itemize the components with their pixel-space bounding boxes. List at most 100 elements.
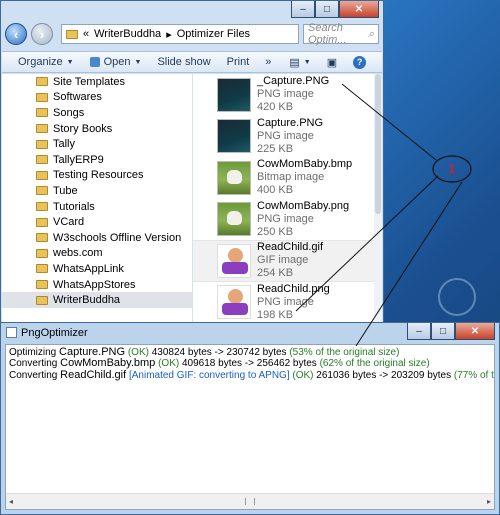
- log-percent: (53% of the original size): [289, 347, 400, 358]
- sidebar-item[interactable]: Tally: [2, 136, 192, 152]
- sidebar-item-label: TallyERP9: [53, 153, 104, 166]
- file-name: CowMomBaby.bmp: [257, 158, 353, 171]
- forward-button[interactable]: ›: [31, 23, 53, 45]
- address-bar[interactable]: « WriterBuddha ▸ Optimizer Files: [61, 24, 299, 44]
- open-button[interactable]: Open ▼: [89, 56, 142, 68]
- command-bar: Organize ▼ Open ▼ Slide show Print » ▤ ▼…: [2, 51, 382, 73]
- breadcrumb-separator: ▸: [166, 28, 172, 41]
- log-detail: 430824 bytes -> 230742 bytes: [151, 347, 287, 358]
- file-meta: Capture.PNG PNG image 225 KB: [257, 117, 323, 156]
- search-input[interactable]: Search Optim...: [308, 22, 368, 46]
- file-name: _Capture.PNG: [257, 75, 330, 88]
- sidebar-item-label: Songs: [53, 106, 85, 119]
- vertical-scrollbar[interactable]: [374, 74, 382, 323]
- folder-icon: [36, 92, 48, 102]
- file-item[interactable]: CowMomBaby.png PNG image 250 KB: [193, 199, 382, 241]
- minimize-button[interactable]: –: [407, 323, 431, 340]
- sidebar-item[interactable]: Softwares: [2, 90, 192, 106]
- print-button[interactable]: Print: [227, 56, 250, 68]
- file-size: 254 KB: [257, 267, 294, 280]
- scroll-right-arrow-icon[interactable]: ▸: [487, 496, 491, 507]
- back-button[interactable]: ‹: [5, 23, 27, 45]
- sidebar-item[interactable]: VCard: [2, 214, 192, 230]
- log-area[interactable]: Optimizing Capture.PNG (OK) 430824 bytes…: [5, 344, 495, 510]
- file-name: ReadChild.gif: [257, 241, 324, 254]
- file-type: Bitmap image: [257, 171, 325, 184]
- chevron-down-icon: ▼: [303, 58, 311, 66]
- sidebar-item[interactable]: TallyERP9: [2, 152, 192, 168]
- help-icon: ?: [353, 55, 367, 69]
- chevron-down-icon: ▼: [134, 58, 142, 66]
- search-box[interactable]: Search Optim... ⌕: [303, 22, 379, 46]
- sidebar-item-label: Site Templates: [53, 75, 125, 88]
- scroll-left-arrow-icon[interactable]: ◂: [9, 496, 13, 507]
- explorer-window: – □ ✕ ‹ › « WriterBuddha ▸ Optimizer Fil…: [0, 0, 384, 325]
- minimize-button[interactable]: –: [291, 1, 315, 18]
- log-detail: 261036 bytes -> 203209 bytes: [316, 369, 452, 381]
- sidebar-item-label: W3schools Offline Version: [53, 231, 182, 244]
- view-options-button[interactable]: ▤ ▼: [289, 56, 310, 69]
- sidebar-item[interactable]: Testing Resources: [2, 168, 192, 184]
- file-item[interactable]: CowMomBaby.bmp Bitmap image 400 KB: [193, 157, 382, 199]
- file-meta: ReadChild.gif GIF image 254 KB: [257, 241, 323, 280]
- folder-icon: [36, 233, 48, 243]
- organize-button[interactable]: Organize ▼: [18, 56, 74, 68]
- close-button[interactable]: ✕: [455, 323, 495, 340]
- file-thumbnail: [217, 77, 251, 112]
- close-button[interactable]: ✕: [339, 1, 379, 18]
- sidebar-item[interactable]: WhatsAppStores: [2, 277, 192, 293]
- file-item[interactable]: ReadChild.gif GIF image 254 KB: [193, 240, 382, 282]
- sidebar-item-label: WhatsAppStores: [53, 278, 136, 291]
- breadcrumb-item-writerbuddha[interactable]: WriterBuddha: [94, 28, 161, 40]
- folder-icon: [36, 139, 48, 149]
- scrollbar-thumb[interactable]: [375, 74, 381, 214]
- file-item[interactable]: _Capture.PNG PNG image 420 KB: [193, 74, 382, 116]
- maximize-button[interactable]: □: [431, 323, 455, 340]
- log-action: Converting: [9, 369, 58, 381]
- slideshow-button[interactable]: Slide show: [157, 56, 210, 68]
- sidebar-item[interactable]: Site Templates: [2, 74, 192, 90]
- sidebar-item[interactable]: Tube: [2, 183, 192, 199]
- sidebar-item-label: VCard: [53, 216, 85, 229]
- file-thumbnail: [217, 202, 251, 237]
- scrollbar-grip-icon[interactable]: [245, 498, 255, 505]
- breadcrumb-item-optimizer-files[interactable]: Optimizer Files: [177, 28, 250, 40]
- more-commands-button[interactable]: »: [265, 56, 271, 68]
- maximize-button[interactable]: □: [315, 1, 339, 18]
- folder-icon: [36, 170, 48, 180]
- file-type: GIF image: [257, 254, 309, 267]
- sidebar-item-label: Tally: [53, 138, 76, 151]
- sidebar-item[interactable]: WhatsAppLink: [2, 261, 192, 277]
- file-meta: CowMomBaby.png PNG image 250 KB: [257, 200, 349, 239]
- help-button[interactable]: ?: [353, 55, 367, 69]
- file-meta: _Capture.PNG PNG image 420 KB: [257, 75, 329, 114]
- file-thumbnail: [217, 285, 251, 320]
- file-list: _Capture.PNG PNG image 420 KB Capture.PNG PN…: [193, 74, 382, 323]
- sidebar-item-label: Story Books: [53, 122, 113, 135]
- sidebar-item[interactable]: Story Books: [2, 121, 192, 137]
- explorer-window-buttons: – □ ✕: [291, 1, 379, 18]
- file-thumbnail: [217, 160, 251, 195]
- folder-icon: [36, 202, 48, 212]
- sidebar-item[interactable]: W3schools Offline Version: [2, 230, 192, 246]
- sidebar-item[interactable]: Songs: [2, 105, 192, 121]
- folder-icon: [36, 264, 48, 274]
- sidebar-item[interactable]: WriterBuddha: [2, 292, 192, 308]
- sidebar-item-label: WhatsAppLink: [53, 262, 124, 275]
- folder-icon: [36, 186, 48, 196]
- organize-label: Organize: [18, 56, 63, 68]
- sidebar-item[interactable]: Tutorials: [2, 199, 192, 215]
- folder-icon: [36, 217, 48, 227]
- file-meta: CowMomBaby.bmp Bitmap image 400 KB: [257, 158, 352, 197]
- folder-icon: [36, 77, 48, 87]
- preview-pane-button[interactable]: ▣: [327, 56, 337, 69]
- sidebar-item[interactable]: webs.com: [2, 246, 192, 262]
- horizontal-scrollbar[interactable]: ◂ ▸: [6, 493, 494, 509]
- navigation-bar: ‹ › « WriterBuddha ▸ Optimizer Files Sea…: [5, 21, 379, 47]
- file-item[interactable]: Capture.PNG PNG image 225 KB: [193, 116, 382, 158]
- navigation-pane[interactable]: Site Templates Softwares Songs Story Books T…: [2, 74, 193, 323]
- file-item[interactable]: ReadChild.png PNG image 198 KB: [193, 282, 382, 324]
- file-type: PNG image: [257, 212, 314, 225]
- file-name: ReadChild.png: [257, 282, 330, 295]
- file-type: PNG image: [257, 295, 314, 308]
